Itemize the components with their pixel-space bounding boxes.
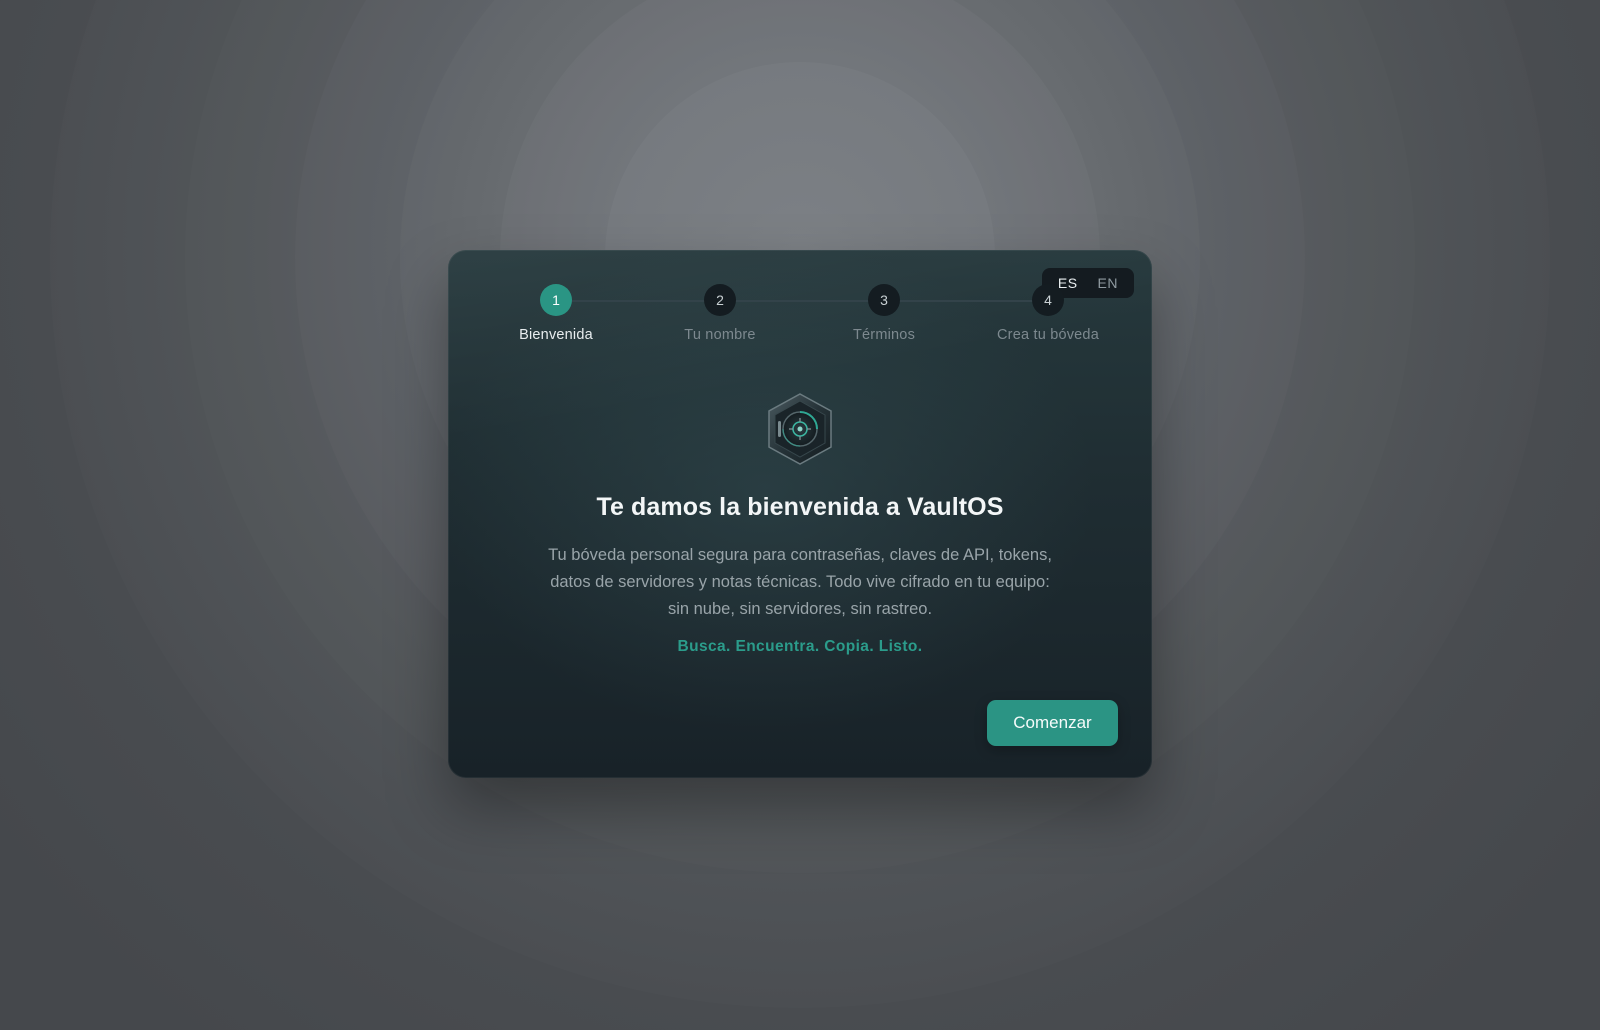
- step-number: 4: [1032, 284, 1064, 316]
- welcome-description: Tu bóveda personal segura para contraseñ…: [548, 546, 1052, 618]
- step-number: 3: [868, 284, 900, 316]
- step-number: 2: [704, 284, 736, 316]
- onboarding-dialog: ES EN 1 Bienvenida 2 Tu nombre 3 Término…: [448, 250, 1152, 778]
- step-number: 1: [540, 284, 572, 316]
- step-terminos: 3 Términos: [804, 284, 964, 343]
- start-button[interactable]: Comenzar: [987, 700, 1118, 746]
- step-tu-nombre: 2 Tu nombre: [640, 284, 800, 343]
- welcome-tagline: Busca. Encuentra. Copia. Listo.: [677, 638, 923, 655]
- step-label: Crea tu bóveda: [997, 327, 1099, 343]
- welcome-title: Te damos la bienvenida a VaultOS: [596, 493, 1004, 521]
- step-bienvenida: 1 Bienvenida: [476, 284, 636, 343]
- step-label: Términos: [852, 327, 916, 343]
- onboarding-stepper: 1 Bienvenida 2 Tu nombre 3 Términos 4 Cr…: [448, 284, 1152, 354]
- vault-shield-icon: [765, 392, 835, 466]
- step-label: Tu nombre: [684, 327, 756, 343]
- step-crea-tu-boveda: 4 Crea tu bóveda: [968, 284, 1128, 343]
- step-label: Bienvenida: [519, 327, 593, 343]
